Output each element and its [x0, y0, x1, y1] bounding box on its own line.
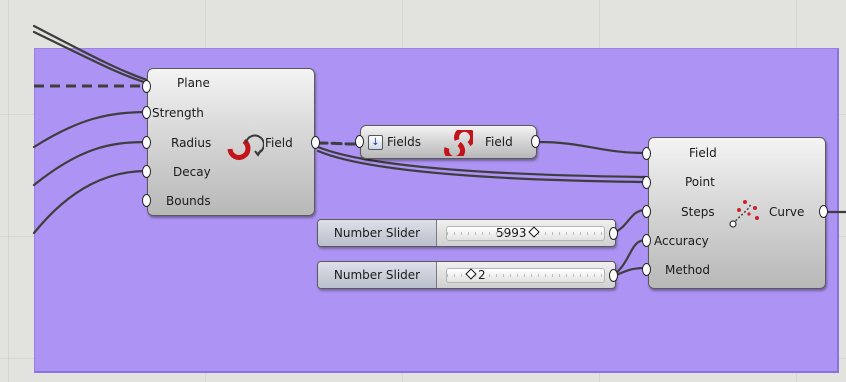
- wire-radius-in: [32, 140, 149, 187]
- input-plane[interactable]: Plane: [177, 75, 210, 91]
- grip-plane[interactable]: [142, 80, 151, 93]
- grip-field-out[interactable]: [311, 136, 320, 149]
- output-curve[interactable]: Curve: [769, 204, 804, 220]
- grip-line-point[interactable]: [642, 176, 651, 189]
- input-bounds[interactable]: Bounds: [166, 193, 211, 209]
- grip-curve-out[interactable]: [819, 205, 828, 218]
- grip-line-method[interactable]: [642, 263, 651, 276]
- slider-value[interactable]: 5993: [496, 220, 541, 246]
- merge-fields-component[interactable]: ↓ Fields Field: [360, 125, 537, 159]
- grip-slider1-out[interactable]: [609, 227, 618, 240]
- grip-slider2-out[interactable]: [609, 269, 618, 282]
- input-point[interactable]: Point: [685, 174, 715, 190]
- slider-value[interactable]: 2: [464, 262, 486, 288]
- wire-plane-in-b: [32, 30, 149, 85]
- slider-handle-icon[interactable]: [465, 268, 477, 280]
- wire-merge-to-field: [536, 140, 648, 155]
- output-field[interactable]: Field: [265, 135, 293, 151]
- merge-fields-icon: [444, 130, 473, 156]
- field-line-component[interactable]: Field Point Steps Accuracy Method Curve: [648, 137, 826, 289]
- output-merged-field[interactable]: Field: [485, 134, 513, 150]
- number-slider-steps[interactable]: Number Slider 5993: [317, 219, 616, 247]
- input-radius[interactable]: Radius: [171, 135, 211, 151]
- input-strength[interactable]: Strength: [152, 105, 204, 121]
- spin-field-component[interactable]: Plane Strength Radius Decay Bounds Field: [147, 68, 315, 216]
- wire-plane-in-a: [32, 24, 149, 82]
- wire-field-to-fields: [316, 141, 360, 146]
- field-line-icon: [729, 200, 759, 228]
- grip-line-steps[interactable]: [642, 205, 651, 218]
- slider-label: Number Slider: [318, 220, 437, 246]
- input-steps[interactable]: Steps: [681, 204, 715, 220]
- grip-strength[interactable]: [142, 106, 151, 119]
- slider-handle-icon[interactable]: [527, 226, 540, 238]
- grip-bounds[interactable]: [142, 194, 151, 207]
- input-accuracy[interactable]: Accuracy: [654, 233, 709, 249]
- input-method[interactable]: Method: [665, 262, 710, 278]
- wire-slider1-to-steps: [612, 208, 648, 235]
- wire-decay-in: [32, 169, 149, 235]
- input-field[interactable]: Field: [689, 145, 717, 161]
- grip-line-accuracy[interactable]: [642, 234, 651, 247]
- slider-label: Number Slider: [318, 262, 437, 288]
- flatten-toggle-icon[interactable]: ↓: [368, 135, 383, 150]
- spin-field-icon: [227, 134, 264, 160]
- input-decay[interactable]: Decay: [173, 164, 211, 180]
- number-slider-method[interactable]: Number Slider 2: [317, 261, 616, 289]
- grip-radius[interactable]: [142, 136, 151, 149]
- input-fields[interactable]: Fields: [387, 134, 421, 150]
- grip-decay[interactable]: [142, 165, 151, 178]
- grip-fields-in[interactable]: [355, 135, 364, 148]
- grip-line-field[interactable]: [642, 147, 651, 160]
- grip-merge-out[interactable]: [531, 135, 540, 148]
